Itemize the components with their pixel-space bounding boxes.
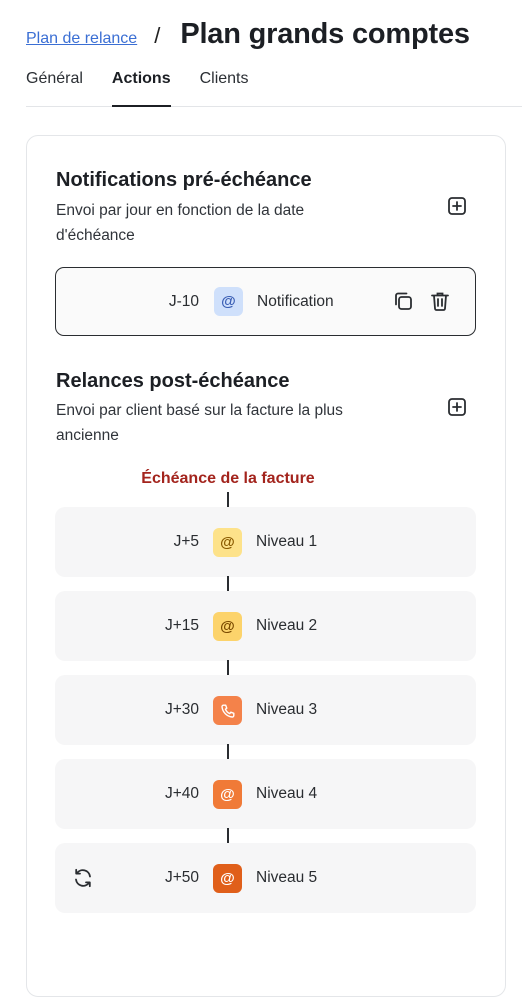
level-label: Niveau 1 — [256, 533, 318, 550]
copy-icon[interactable] — [392, 290, 414, 312]
level-row[interactable]: J+30 Niveau 3 — [55, 675, 476, 745]
post-section-description: Envoi par client basé sur la facture la … — [56, 402, 343, 444]
at-icon: @ — [213, 864, 242, 893]
level-label: Niveau 5 — [256, 869, 318, 886]
day-offset: J+50 — [164, 869, 199, 886]
actions-card: Notifications pré-échéance Envoi par jou… — [26, 135, 506, 997]
refresh-icon[interactable] — [72, 867, 94, 889]
phone-icon — [213, 696, 242, 725]
page-title: Plan grands comptes — [180, 18, 470, 50]
timeline-connector — [227, 660, 229, 675]
due-date-label: Échéance de la facture — [141, 470, 315, 487]
timeline-connector — [227, 492, 229, 507]
timeline-connector — [227, 576, 229, 591]
post-section-title: Relances post-échéance — [56, 370, 290, 392]
level-label: Niveau 3 — [256, 701, 318, 718]
pre-section-description: Envoi par jour en fonction de la date d'… — [56, 202, 305, 244]
tab-actions[interactable]: Actions — [111, 70, 171, 107]
trash-icon[interactable] — [429, 290, 451, 312]
day-offset: J+30 — [164, 701, 199, 718]
day-offset: J-10 — [168, 292, 199, 310]
at-icon: @ — [213, 528, 242, 557]
day-offset: J+5 — [173, 533, 199, 550]
breadcrumb-separator: / — [154, 23, 161, 48]
tab-general[interactable]: Général — [26, 70, 83, 106]
pre-section-title: Notifications pré-échéance — [56, 169, 312, 191]
at-icon: @ — [213, 780, 242, 809]
at-icon: @ — [214, 287, 243, 316]
breadcrumb-link[interactable]: Plan de relance — [26, 30, 137, 48]
row-label: Notification — [257, 292, 334, 310]
level-row[interactable]: J+5 @ Niveau 1 — [55, 507, 476, 577]
tab-bar: Général Actions Clients — [26, 70, 522, 107]
level-label: Niveau 4 — [256, 785, 318, 802]
tab-clients[interactable]: Clients — [200, 70, 249, 106]
level-row[interactable]: J+50 @ Niveau 5 — [55, 843, 476, 913]
level-label: Niveau 2 — [256, 617, 318, 634]
timeline-connector — [227, 828, 229, 843]
page-header: Plan de relance / Plan grands comptes — [26, 18, 470, 51]
level-row[interactable]: J+40 @ Niveau 4 — [55, 759, 476, 829]
plus-square-icon[interactable] — [448, 398, 466, 416]
timeline-connector — [227, 744, 229, 759]
day-offset: J+40 — [164, 785, 199, 802]
plus-square-icon[interactable] — [448, 197, 466, 215]
at-icon: @ — [213, 612, 242, 641]
day-offset: J+15 — [164, 617, 199, 634]
pre-notification-row[interactable]: J-10 @ Notification — [55, 267, 476, 336]
level-row[interactable]: J+15 @ Niveau 2 — [55, 591, 476, 661]
